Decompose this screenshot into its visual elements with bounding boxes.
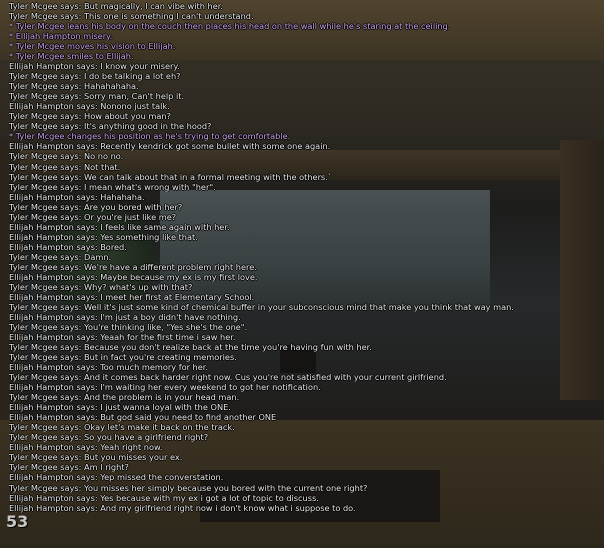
chat-message-line: Tyler Mcgee says: I do be talking a lot … (9, 71, 181, 82)
chat-message-line: Ellijah Hampton says: I just wanna loyal… (9, 402, 231, 413)
chat-action-line: * Tyler Mcgee moves his vision to Ellija… (9, 41, 176, 52)
chat-message-line: Tyler Mcgee says: It's anything good in … (9, 121, 212, 132)
chat-action-line: * Tyler Mcgee changes his position as he… (9, 131, 291, 142)
chat-message-line: Tyler Mcgee says: But you misses your ex… (9, 452, 183, 463)
chat-message-line: Ellijah Hampton says: Recently kendrick … (9, 141, 331, 152)
chat-message-line: Tyler Mcgee says: Because you don't real… (9, 342, 372, 353)
chat-message-line: Tyler Mcgee says: Not that. (9, 161, 121, 172)
chat-message-line: Tyler Mcgee says: Are you bored with her… (9, 201, 183, 212)
chat-action-line: * Ellijah Hampton misery. (9, 31, 113, 42)
chat-message-line: Ellijah Hampton says: I feels like same … (9, 221, 230, 232)
chat-message-line: Tyler Mcgee says: Well it's just some ki… (9, 301, 514, 312)
chat-message-line: Tyler Mcgee says: This one is something … (9, 11, 254, 22)
chat-message-line: Ellijah Hampton says: And my girlfriend … (9, 502, 356, 513)
chat-log: Tyler Mcgee says: But magically, I can v… (9, 1, 600, 513)
chat-message-line: Ellijah Hampton says: Nonono just talk. (9, 101, 170, 112)
chat-message-line: Tyler Mcgee says: But in fact you're cre… (9, 352, 237, 363)
fps-counter: 53 (6, 512, 29, 531)
chat-message-line: Tyler Mcgee says: We're have a different… (9, 261, 257, 272)
chat-message-line: Tyler Mcgee says: How about you man? (9, 111, 171, 122)
chat-message-line: Ellijah Hampton says: I know your misery… (9, 61, 180, 72)
chat-message-line: Ellijah Hampton says: Yes something like… (9, 231, 198, 242)
chat-action-line: * Tyler Mcgee smiles to Ellijah. (9, 51, 134, 62)
chat-action-line: * Tyler Mcgee leans his body on the couc… (9, 21, 451, 32)
chat-message-line: Tyler Mcgee says: We can talk about that… (9, 171, 332, 182)
chat-message-line: Ellijah Hampton says: Yeaah for the firs… (9, 332, 236, 343)
chat-message-line: Tyler Mcgee says: You misses her simply … (9, 482, 368, 493)
chat-message-line: Tyler Mcgee says: No no no. (9, 151, 124, 162)
chat-message-line: Tyler Mcgee says: So you have a girlfrie… (9, 432, 209, 443)
chat-message-line: Tyler Mcgee says: Why? what's up with th… (9, 281, 193, 292)
chat-message-line: Tyler Mcgee says: But magically, I can v… (9, 1, 223, 11)
chat-message-line: Tyler Mcgee says: Hahahahaha. (9, 81, 139, 92)
chat-message-line: Ellijah Hampton says: But god said you n… (9, 412, 277, 423)
chat-message-line: Ellijah Hampton says: Bored. (9, 241, 127, 252)
chat-message-line: Ellijah Hampton says: Yep missed the con… (9, 472, 224, 483)
chat-message-line: Ellijah Hampton says: I meet her first a… (9, 291, 255, 302)
chat-message-line: Ellijah Hampton says: I'm just a boy did… (9, 311, 241, 322)
chat-message-line: Tyler Mcgee says: And it comes back hard… (9, 372, 447, 383)
chat-message-line: Tyler Mcgee says: Am I right? (9, 462, 129, 473)
chat-message-line: Ellijah Hampton says: Yeah right now. (9, 442, 163, 453)
chat-message-line: Tyler Mcgee says: Okay let's make it bac… (9, 422, 235, 433)
chat-message-line: Ellijah Hampton says: I'm waiting her ev… (9, 382, 321, 393)
chat-message-line: Tyler Mcgee says: Damn. (9, 251, 112, 262)
chat-message-line: Tyler Mcgee says: You're thinking like, … (9, 322, 248, 332)
chat-message-line: Tyler Mcgee says: And the problem is in … (9, 392, 240, 403)
chat-message-line: Tyler Mcgee says: Or you're just like me… (9, 211, 177, 222)
chat-message-line: Tyler Mcgee says: I mean what's wrong wi… (9, 181, 216, 192)
chat-message-line: Tyler Mcgee says: Sorry man, Can't help … (9, 91, 185, 102)
chat-message-line: Ellijah Hampton says: Hahahaha. (9, 191, 145, 202)
chat-message-line: Ellijah Hampton says: Yes because with m… (9, 492, 319, 503)
chat-message-line: Ellijah Hampton says: Too much memory fo… (9, 362, 208, 373)
chat-message-line: Ellijah Hampton says: Maybe because my e… (9, 271, 258, 282)
